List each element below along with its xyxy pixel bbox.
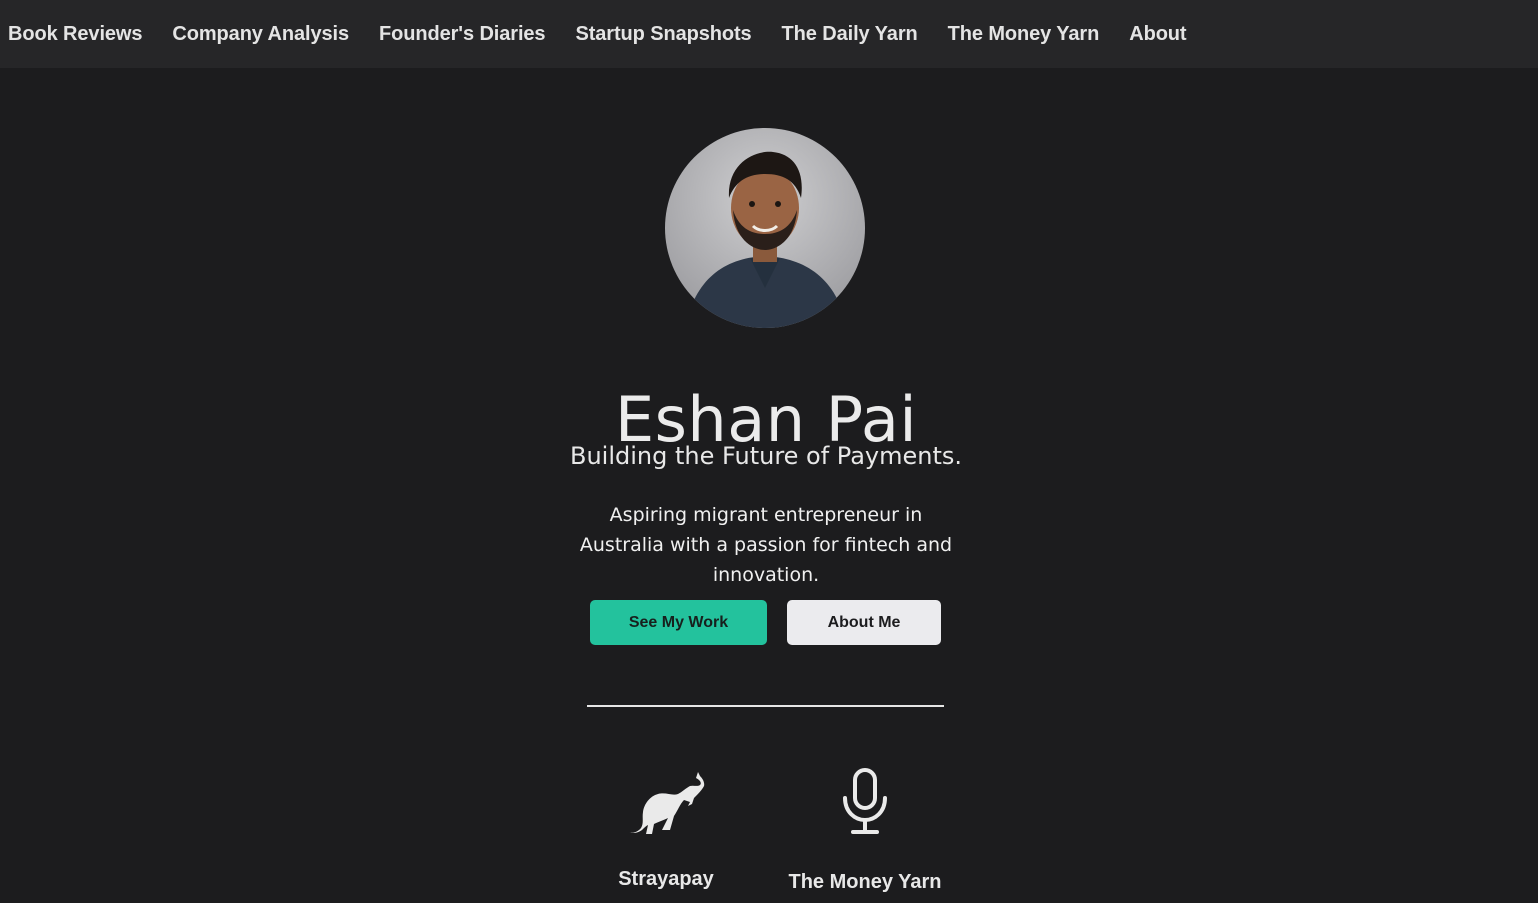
project-title-money-yarn: The Money Yarn [788,871,942,893]
about-me-button[interactable]: About Me [787,600,941,645]
kangaroo-icon [628,772,705,834]
microphone-icon [843,768,887,834]
divider [587,705,944,707]
nav-link-money-yarn[interactable]: The Money Yarn [948,23,1100,46]
profile-photo [665,128,865,328]
project-title-strayapay: Strayapay [618,868,714,890]
bio-text: Aspiring migrant entrepreneur in Austral… [579,504,953,586]
hero-section: Eshan Pai Building the Future of Payment… [0,68,1538,903]
project-card-strayapay[interactable]: Strayapay [606,768,726,892]
avatar [665,128,865,328]
tagline: Building the Future of Payments. [569,442,963,470]
project-card-money-yarn[interactable]: The Money Yarn [780,768,950,895]
see-my-work-button[interactable]: See My Work [590,600,767,645]
top-nav: Book Reviews Company Analysis Founder's … [0,0,1538,68]
nav-link-daily-yarn[interactable]: The Daily Yarn [782,23,918,46]
nav-link-founders-diaries[interactable]: Founder's Diaries [379,23,546,46]
nav-link-startup-snapshots[interactable]: Startup Snapshots [575,23,751,46]
nav-link-about[interactable]: About [1129,23,1186,46]
nav-link-book-reviews[interactable]: Book Reviews [8,23,143,46]
nav-link-company-analysis[interactable]: Company Analysis [172,23,349,46]
